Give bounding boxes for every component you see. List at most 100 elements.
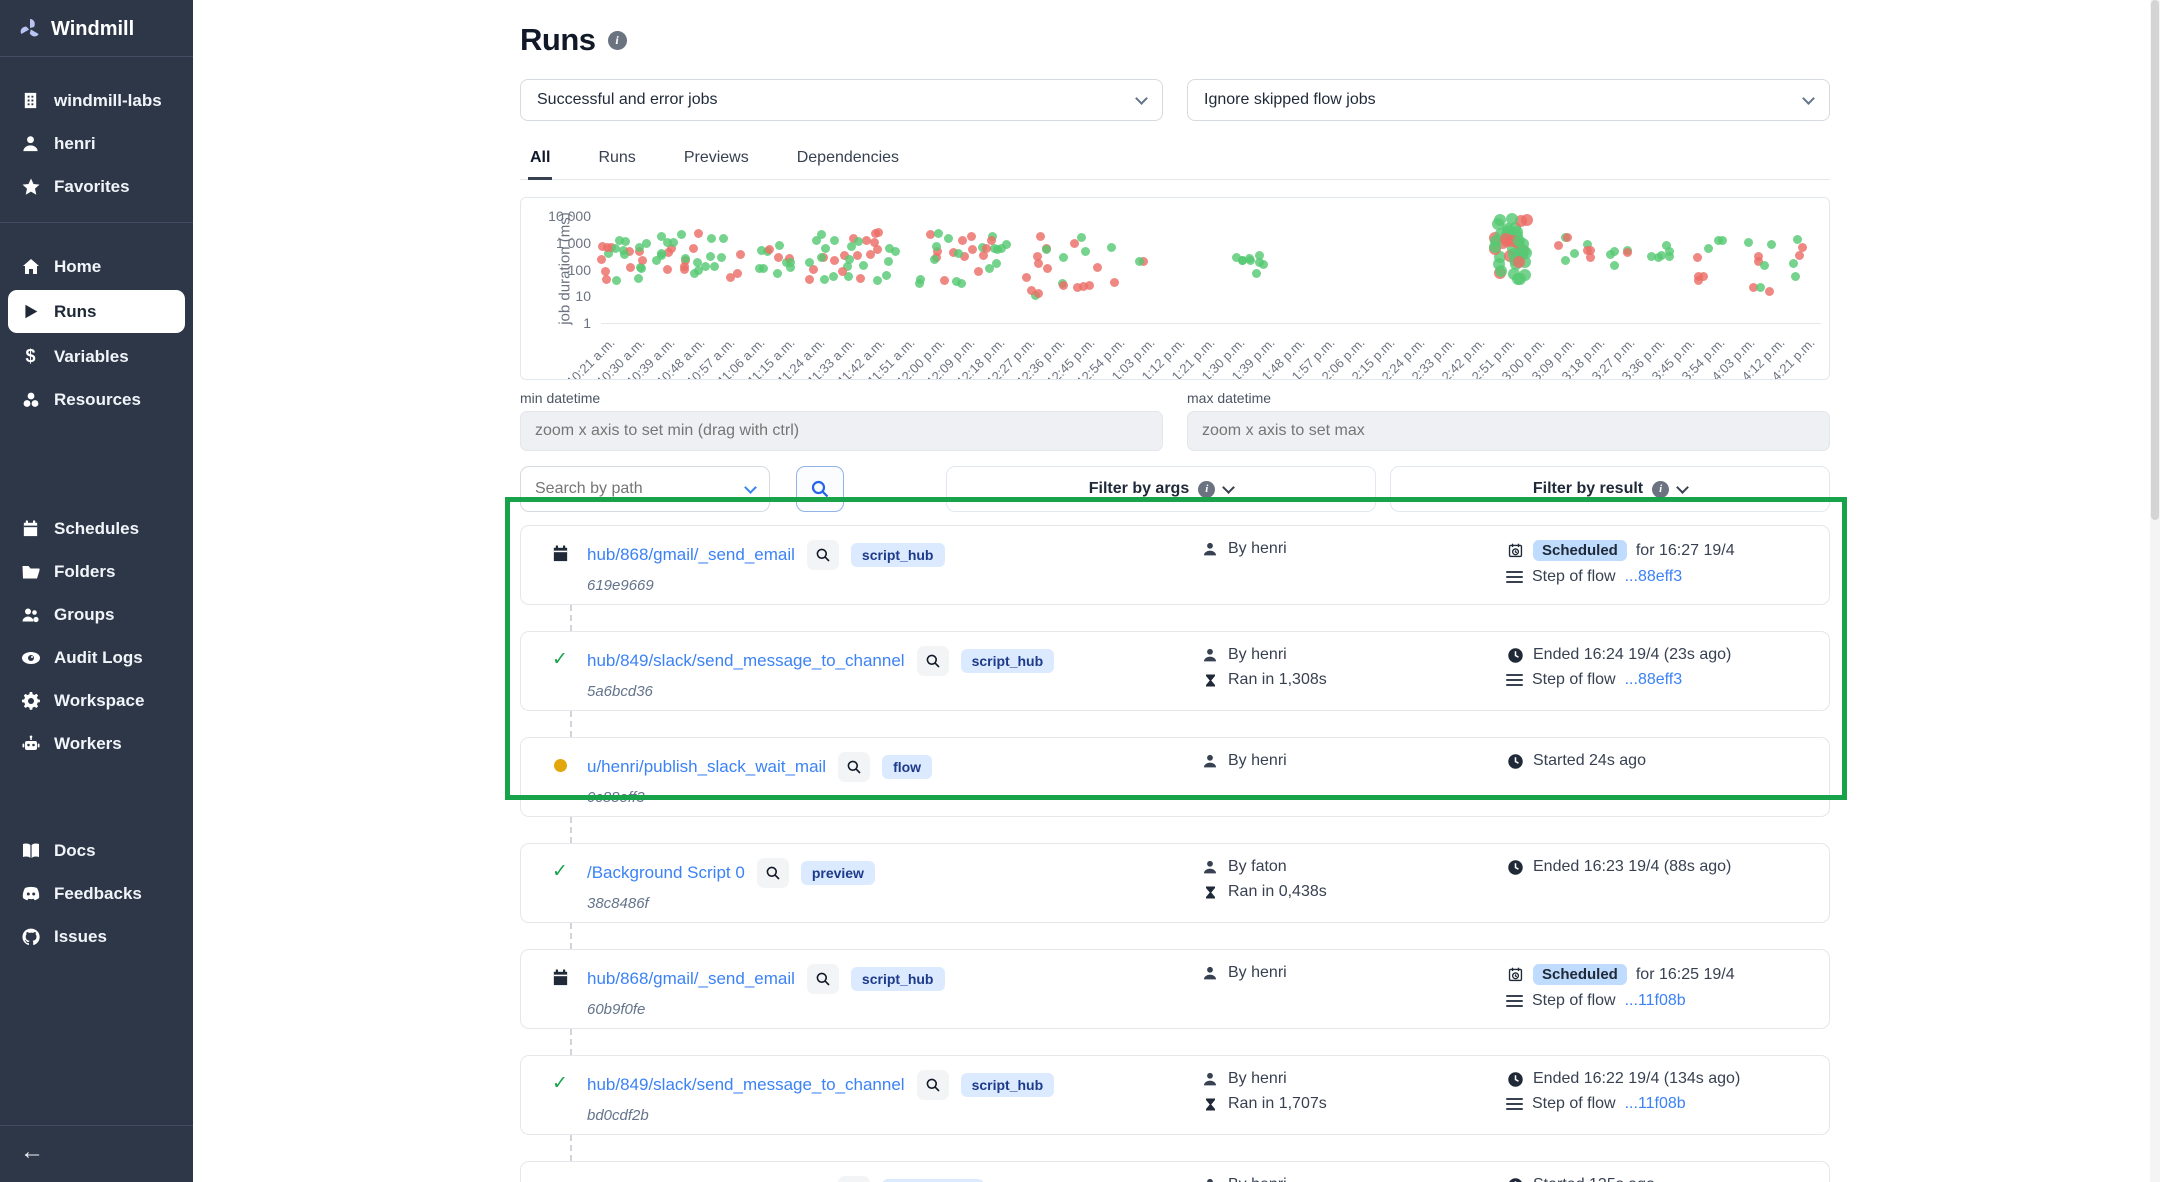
run-path-link[interactable]: hub/868/gmail/_send_email <box>587 969 795 989</box>
flow-id-link[interactable]: ...88eff3 <box>1625 671 1683 689</box>
success-job-dot[interactable] <box>681 254 690 263</box>
sidebar-item-home[interactable]: Home <box>0 245 193 288</box>
vertical-scrollbar[interactable] <box>2150 0 2160 1182</box>
success-job-dot[interactable] <box>992 259 1001 268</box>
success-job-dot[interactable] <box>1107 243 1116 252</box>
error-job-dot[interactable] <box>689 244 698 253</box>
error-job-dot[interactable] <box>1554 241 1563 250</box>
success-job-dot[interactable] <box>1259 260 1268 269</box>
sidebar-item-runs[interactable]: Runs <box>8 290 185 333</box>
success-job-dot[interactable] <box>1081 247 1090 256</box>
sidebar-item-workers[interactable]: Workers <box>0 722 193 765</box>
error-job-dot[interactable] <box>1059 281 1068 290</box>
success-job-dot[interactable] <box>663 238 672 247</box>
filter-by-result-button[interactable]: Filter by result i <box>1390 466 1830 512</box>
success-job-dot[interactable] <box>1059 253 1068 262</box>
tab-all[interactable]: All <box>528 141 552 180</box>
error-job-dot[interactable] <box>866 250 875 259</box>
success-job-dot[interactable] <box>873 276 882 285</box>
error-job-dot[interactable] <box>1093 263 1102 272</box>
tab-runs[interactable]: Runs <box>596 141 637 179</box>
error-job-dot[interactable] <box>1795 251 1804 260</box>
success-job-dot[interactable] <box>1077 233 1086 242</box>
filter-path-button[interactable] <box>838 1176 870 1182</box>
success-job-dot[interactable] <box>612 276 621 285</box>
sidebar-item-favorites[interactable]: Favorites <box>0 165 193 208</box>
success-job-dot[interactable] <box>1514 273 1526 285</box>
run-row[interactable]: ✓ hub/849/slack/send_message_to_channel … <box>520 1055 1830 1135</box>
error-job-dot[interactable] <box>602 275 611 284</box>
run-row[interactable]: ✓ hub/849/slack/send_message_to_channel … <box>520 631 1830 711</box>
error-job-dot[interactable] <box>853 251 862 260</box>
error-job-dot[interactable] <box>871 229 880 238</box>
success-job-dot[interactable] <box>1744 238 1753 247</box>
success-job-dot[interactable] <box>620 250 629 259</box>
error-job-dot[interactable] <box>830 256 839 265</box>
success-job-dot[interactable] <box>1654 253 1663 262</box>
success-job-dot[interactable] <box>1760 261 1769 270</box>
error-job-dot[interactable] <box>1694 272 1703 281</box>
run-path-link[interactable]: hub/849/slack/send_message_to_channel <box>587 1075 905 1095</box>
duration-chart[interactable]: job duration (ms) 10 0001 00010010110:21… <box>520 197 1830 380</box>
error-job-dot[interactable] <box>1765 287 1774 296</box>
search-by-path-combobox[interactable] <box>520 466 770 512</box>
success-job-dot[interactable] <box>1570 249 1579 258</box>
error-job-dot[interactable] <box>680 262 689 271</box>
sidebar-item-workspace[interactable]: Workspace <box>0 679 193 722</box>
success-job-dot[interactable] <box>954 249 963 258</box>
error-job-dot[interactable] <box>1022 273 1031 282</box>
success-job-dot[interactable] <box>854 237 863 246</box>
sidebar-item-resources[interactable]: Resources <box>0 378 193 421</box>
success-job-dot[interactable] <box>930 255 939 264</box>
success-job-dot[interactable] <box>775 241 784 250</box>
error-job-dot[interactable] <box>601 267 610 276</box>
error-job-dot[interactable] <box>805 275 814 284</box>
error-job-dot[interactable] <box>765 245 774 254</box>
success-job-dot[interactable] <box>1756 283 1765 292</box>
success-job-dot[interactable] <box>891 247 900 256</box>
success-job-dot[interactable] <box>1245 254 1254 263</box>
success-job-dot[interactable] <box>993 245 1002 254</box>
error-job-dot[interactable] <box>982 244 991 253</box>
success-job-dot[interactable] <box>1495 265 1507 277</box>
success-job-dot[interactable] <box>830 236 839 245</box>
sidebar-item-folders[interactable]: Folders <box>0 550 193 593</box>
run-row[interactable]: u/henri/publish_slack_wait_mail flow 0c8… <box>520 737 1830 817</box>
error-job-dot[interactable] <box>1586 253 1595 262</box>
skipped-flow-select[interactable]: Ignore skipped flow jobs <box>1187 79 1830 121</box>
search-by-path-input[interactable] <box>535 480 705 498</box>
tab-dependencies[interactable]: Dependencies <box>795 141 901 179</box>
success-job-dot[interactable] <box>1042 245 1051 254</box>
success-job-dot[interactable] <box>786 258 795 267</box>
success-job-dot[interactable] <box>1610 247 1619 256</box>
success-job-dot[interactable] <box>710 262 719 271</box>
success-job-dot[interactable] <box>820 275 829 284</box>
success-job-dot[interactable] <box>1704 244 1713 253</box>
success-job-dot[interactable] <box>1002 240 1011 249</box>
sidebar-item-schedules[interactable]: Schedules <box>0 507 193 550</box>
error-job-dot[interactable] <box>838 267 847 276</box>
filter-path-button[interactable] <box>917 1070 949 1100</box>
success-job-dot[interactable] <box>615 236 624 245</box>
run-row[interactable]: hub/868/gmail/_send_email script_hub 60b… <box>520 949 1830 1029</box>
run-path-link[interactable]: hub/849/slack/send_message_to_channel <box>587 651 905 671</box>
tab-previews[interactable]: Previews <box>682 141 751 179</box>
success-job-dot[interactable] <box>1665 252 1674 261</box>
flow-id-link[interactable]: ...11f08b <box>1625 992 1686 1010</box>
sidebar-item-audit-logs[interactable]: Audit Logs <box>0 636 193 679</box>
app-logo[interactable]: Windmill <box>0 0 193 56</box>
filter-path-button[interactable] <box>757 858 789 888</box>
run-row[interactable]: hub/868/gmail/_send_email script_hub 619… <box>520 525 1830 605</box>
success-job-dot[interactable] <box>882 271 891 280</box>
success-job-dot[interactable] <box>652 256 661 265</box>
success-job-dot[interactable] <box>634 274 643 283</box>
run-row[interactable]: u/henri/publish_slack_wait_mail flowprev… <box>520 1161 1830 1182</box>
job-status-select[interactable]: Successful and error jobs <box>520 79 1163 121</box>
success-job-dot[interactable] <box>1791 272 1800 281</box>
success-job-dot[interactable] <box>693 258 702 267</box>
sidebar-item-issues[interactable]: Issues <box>0 915 193 958</box>
error-job-dot[interactable] <box>626 263 635 272</box>
error-job-dot[interactable] <box>974 267 983 276</box>
success-job-dot[interactable] <box>1789 259 1798 268</box>
search-button[interactable] <box>796 466 844 512</box>
